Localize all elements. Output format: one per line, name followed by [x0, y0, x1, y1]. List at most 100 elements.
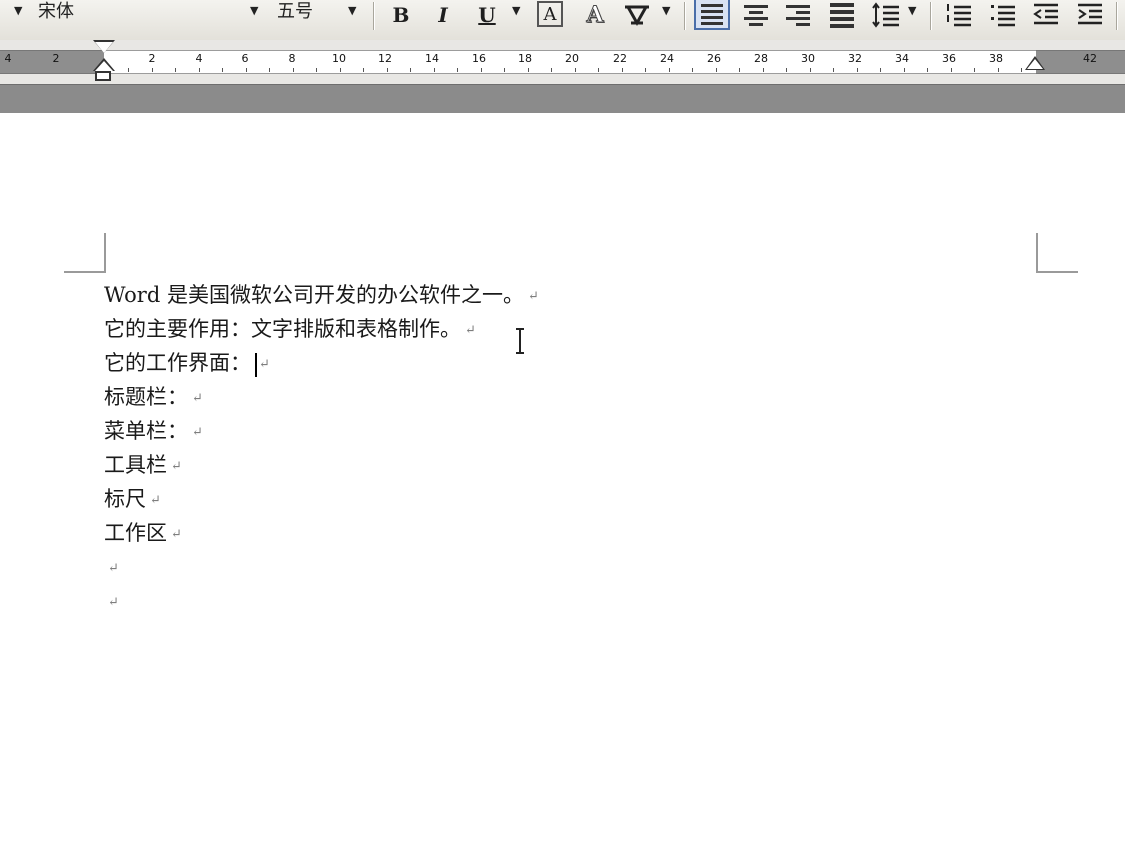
ruler-tick-label: 14 [425, 52, 439, 65]
toolbar-separator [930, 2, 931, 30]
paragraph-mark-icon: ↵ [150, 492, 161, 508]
chevron-down-icon[interactable]: ▼ [662, 4, 670, 17]
align-right-button[interactable] [782, 0, 814, 30]
align-justify-button[interactable] [694, 0, 730, 30]
right-indent-marker-fill [1027, 59, 1043, 69]
document-line[interactable]: 工具栏 ↵ [104, 448, 539, 482]
ruler-tick-label: 6 [241, 52, 249, 65]
underline-dropdown-icon[interactable]: ▼ [512, 4, 520, 17]
chevron-down-icon[interactable]: ▼ [14, 4, 22, 17]
ruler-tick [152, 68, 153, 72]
first-line-indent-marker-fill [95, 42, 113, 53]
ruler-tick [598, 68, 599, 72]
ruler-tick [504, 68, 505, 72]
paragraph-mark-icon: ↵ [192, 390, 203, 406]
chevron-down-icon[interactable]: ▼ [250, 4, 258, 17]
ruler-right-margin[interactable] [1036, 50, 1125, 74]
ruler-tick [481, 68, 482, 72]
font-name-value: 宋体 [38, 1, 74, 22]
ruler-tick [998, 68, 999, 72]
ruler-tick-label: 30 [801, 52, 815, 65]
align-center-button[interactable] [740, 0, 772, 30]
ruler-tick-label: 12 [378, 52, 392, 65]
ruler-tick-label: 10 [332, 52, 346, 65]
paragraph-mark-icon: ↵ [527, 288, 539, 304]
document-line-text: 它的工作界面： [104, 351, 251, 375]
ruler-tick [927, 68, 928, 72]
text-cursor-ibeam-icon [516, 328, 524, 354]
ruler-tick [857, 68, 858, 72]
paragraph-mark-icon: ↵ [108, 560, 119, 576]
bullets-icon [991, 5, 1015, 27]
ruler-tick-label: 24 [660, 52, 674, 65]
ruler-tick-label: 26 [707, 52, 721, 65]
ruler-tick-label: 4 [4, 52, 12, 65]
font-name-combo[interactable]: ▼ 宋体 [0, 0, 235, 30]
document-line-text: 工作区 [104, 521, 167, 545]
left-indent-marker[interactable] [95, 71, 111, 81]
ruler-tick [622, 68, 623, 72]
numbering-button[interactable] [943, 0, 975, 30]
ruler-tick [810, 68, 811, 72]
document-line[interactable]: 标尺 ↵ [104, 482, 539, 516]
ruler-tick [340, 68, 341, 72]
italic-button[interactable]: I [428, 0, 458, 30]
ruler-tick [269, 68, 270, 72]
increase-indent-button[interactable] [1074, 0, 1106, 30]
increase-indent-icon [1078, 3, 1102, 25]
toolbar-separator [1116, 2, 1117, 30]
document-line-text: 标题栏： [104, 385, 188, 409]
ruler-tick [645, 68, 646, 72]
ruler-tick-label: 36 [942, 52, 956, 65]
chevron-down-icon[interactable]: ▼ [348, 4, 356, 17]
document-line[interactable]: Word 是美国微软公司开发的办公软件之一。 ↵ [104, 278, 539, 312]
document-line[interactable]: ↵ [104, 584, 539, 618]
ruler-tick [175, 68, 176, 72]
toolbar-separator [684, 2, 685, 30]
align-center-icon [744, 4, 768, 26]
font-size-combo[interactable]: ▼ 五号 ▼ [245, 0, 365, 30]
ruler-tick [293, 68, 294, 72]
paragraph-mark-icon: ↵ [259, 356, 270, 372]
char-scale-button[interactable] [620, 0, 654, 30]
ruler-tick-label: 4 [195, 52, 203, 65]
paragraph-mark-icon: ↵ [108, 594, 119, 610]
document-line[interactable]: 它的主要作用：文字排版和表格制作。 ↵ [104, 312, 539, 346]
bullets-button[interactable] [987, 0, 1019, 30]
document-line[interactable]: 菜单栏： ↵ [104, 414, 539, 448]
ruler-tick [833, 68, 834, 72]
paragraph-mark-icon: ↵ [171, 458, 182, 474]
decrease-indent-button[interactable] [1030, 0, 1062, 30]
document-body[interactable]: Word 是美国微软公司开发的办公软件之一。 ↵ 它的主要作用：文字排版和表格制作。… [104, 278, 539, 618]
char-border-button[interactable]: A [537, 1, 563, 27]
paragraph-mark-icon: ↵ [192, 424, 203, 440]
char-shading-button[interactable]: A [580, 0, 610, 30]
document-line-text: 标尺 [104, 487, 146, 511]
document-line[interactable]: 它的工作界面： ↵ [104, 346, 539, 380]
document-page[interactable]: Word 是美国微软公司开发的办公软件之一。 ↵ 它的主要作用：文字排版和表格制作。… [0, 113, 1125, 843]
ruler-tick-label: 2 [52, 52, 60, 65]
ruler-tick-label: 28 [754, 52, 768, 65]
hanging-indent-marker-fill [95, 61, 113, 71]
ruler-tick [551, 68, 552, 72]
ruler-tick [716, 68, 717, 72]
document-line-text: 它的主要作用：文字排版和表格制作。 [104, 317, 461, 341]
numbering-icon [947, 4, 971, 27]
align-distributed-button[interactable] [826, 0, 858, 30]
document-line[interactable]: 工作区 ↵ [104, 516, 539, 550]
ruler-tick [128, 68, 129, 72]
line-spacing-icon [872, 2, 899, 28]
bold-button[interactable]: B [386, 0, 416, 30]
underline-button[interactable]: U [472, 0, 502, 30]
horizontal-ruler[interactable]: 4 2 2 4 6 8 10 12 14 16 18 20 22 24 26 28 30 32 34 36 38 42 [0, 40, 1125, 84]
paragraph-mark-icon: ↵ [171, 526, 182, 542]
char-scale-icon [625, 5, 649, 27]
document-line[interactable]: ↵ [104, 550, 539, 584]
ruler-tick-label: 20 [565, 52, 579, 65]
ruler-tick-label: 32 [848, 52, 862, 65]
ruler-tick-label: 42 [1083, 52, 1097, 65]
document-line[interactable]: 标题栏： ↵ [104, 380, 539, 414]
chevron-down-icon[interactable]: ▼ [908, 4, 916, 17]
line-spacing-button[interactable] [870, 0, 902, 30]
ruler-tick [363, 68, 364, 72]
